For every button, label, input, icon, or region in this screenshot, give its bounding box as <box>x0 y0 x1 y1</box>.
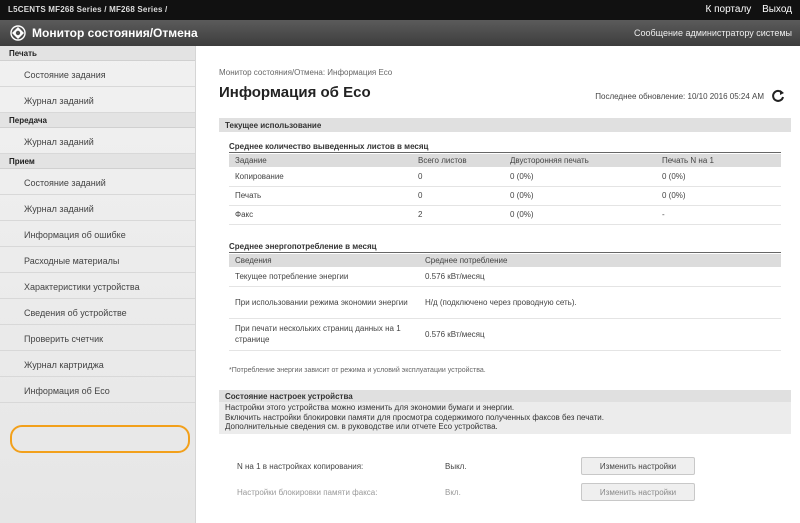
sidebar-item-print-job-status[interactable]: Состояние задания <box>0 61 195 87</box>
table-cell: 0.576 кВт/месяц <box>419 267 781 287</box>
sidebar-item-receive-job-log[interactable]: Журнал заданий <box>0 195 195 221</box>
settings-desc-line: Включить настройки блокировки памяти для… <box>225 412 604 422</box>
sidebar-item-eco-info[interactable]: Информация об Eco <box>0 377 195 403</box>
sidebar-item-print-job-log[interactable]: Журнал заданий <box>0 87 195 113</box>
main-content: Монитор состояния/Отмена: Информация Eco… <box>219 46 794 523</box>
breadcrumb: Монитор состояния/Отмена: Информация Eco <box>219 68 393 77</box>
copy-n-on-1-setting-row: N на 1 в настройках копирования: Выкл. И… <box>229 454 789 478</box>
title-bar: Монитор состояния/Отмена Сообщение админ… <box>0 20 800 46</box>
sheets-table: Задание Всего листов Двусторонняя печать… <box>229 154 781 225</box>
setting-label: Настройки блокировки памяти факса: <box>237 488 378 497</box>
sidebar-item-error-info[interactable]: Информация об ошибке <box>0 221 195 247</box>
setting-value: Выкл. <box>445 462 467 471</box>
settings-desc-line: Настройки этого устройства можно изменит… <box>225 403 515 412</box>
app-title: Монитор состояния/Отмена <box>32 26 198 40</box>
table-cell: 0 (0%) <box>656 167 781 187</box>
sidebar-item-send-job-log[interactable]: Журнал заданий <box>0 128 195 154</box>
table-cell: 0 <box>412 167 504 187</box>
sheets-section-title: Среднее количество выведенных листов в м… <box>229 142 781 153</box>
table-cell: Факс <box>229 205 412 225</box>
column-header: Двусторонняя печать <box>504 154 656 167</box>
sidebar-item-device-info[interactable]: Сведения об устройстве <box>0 299 195 325</box>
settings-header: Состояние настроек устройства <box>219 390 791 402</box>
column-header: Всего листов <box>412 154 504 167</box>
sidebar-item-cartridge-log[interactable]: Журнал картриджа <box>0 351 195 377</box>
fax-memory-lock-setting-row: Настройки блокировки памяти факса: Вкл. … <box>229 480 789 504</box>
table-cell: Печать <box>229 186 412 206</box>
setting-value: Вкл. <box>445 488 461 497</box>
admin-message-link[interactable]: Сообщение администратору системы <box>634 28 792 38</box>
table-cell: 0 (0%) <box>504 205 656 225</box>
table-cell: 0 (0%) <box>656 186 781 206</box>
page-title: Информация об Eco <box>219 84 371 101</box>
table-cell: При использовании режима экономии энерги… <box>229 286 419 319</box>
sidebar-item-consumables[interactable]: Расходные материалы <box>0 247 195 273</box>
portal-link[interactable]: К порталу <box>706 4 752 15</box>
top-links: К порталу Выход <box>698 4 793 15</box>
table-cell: 0 (0%) <box>504 186 656 206</box>
energy-table: Сведения Среднее потребление Текущее пот… <box>229 254 781 351</box>
table-cell: Н/д (подключено через проводную сеть). <box>419 286 781 319</box>
setting-label: N на 1 в настройках копирования: <box>237 462 364 471</box>
table-row: Копирование 0 0 (0%) 0 (0%) <box>229 167 781 187</box>
change-settings-button[interactable]: Изменить настройки <box>581 457 695 475</box>
top-bar: L5CENTS MF268 Series / MF268 Series / К … <box>0 0 800 20</box>
sidebar-section-print: Печать <box>0 46 195 61</box>
table-cell: 0.576 кВт/месяц <box>419 318 781 351</box>
logout-link[interactable]: Выход <box>762 4 792 15</box>
column-header: Печать N на 1 <box>656 154 781 167</box>
refresh-icon[interactable] <box>770 88 786 104</box>
device-settings-panel: Состояние настроек устройства Настройки … <box>219 390 791 434</box>
table-row: При печати нескольких страниц данных на … <box>229 318 781 351</box>
settings-desc-line: Дополнительные сведения см. в руководств… <box>225 422 498 431</box>
table-row: При использовании режима экономии энерги… <box>229 286 781 319</box>
energy-section-title: Среднее энергопотребление в месяц <box>229 242 781 253</box>
table-row: Факс 2 0 (0%) - <box>229 205 781 225</box>
table-row: Текущее потребление энергии 0.576 кВт/ме… <box>229 267 781 287</box>
current-usage-header: Текущее использование <box>219 118 791 132</box>
change-settings-button[interactable]: Изменить настройки <box>581 483 695 501</box>
sidebar-item-check-counter[interactable]: Проверить счетчик <box>0 325 195 351</box>
column-header: Задание <box>229 154 412 167</box>
column-header: Среднее потребление <box>419 254 781 267</box>
table-cell: 0 (0%) <box>504 167 656 187</box>
sidebar-section-send: Передача <box>0 113 195 128</box>
table-cell: 0 <box>412 186 504 206</box>
table-row: Печать 0 0 (0%) 0 (0%) <box>229 186 781 206</box>
table-cell: Копирование <box>229 167 412 187</box>
sidebar-item-device-features[interactable]: Характеристики устройства <box>0 273 195 299</box>
sidebar: Печать Состояние задания Журнал заданий … <box>0 46 196 523</box>
table-cell: - <box>656 205 781 225</box>
column-header: Сведения <box>229 254 419 267</box>
sidebar-section-receive: Прием <box>0 154 195 169</box>
monitor-logo-icon <box>10 25 26 41</box>
device-name: L5CENTS MF268 Series / MF268 Series / <box>8 5 168 14</box>
table-cell: 2 <box>412 205 504 225</box>
energy-note: *Потребление энергии зависит от режима и… <box>229 367 486 374</box>
table-cell: Текущее потребление энергии <box>229 267 419 287</box>
settings-description: Настройки этого устройства можно изменит… <box>219 402 791 434</box>
table-cell: При печати нескольких страниц данных на … <box>229 318 419 351</box>
sidebar-item-receive-job-status[interactable]: Состояние заданий <box>0 169 195 195</box>
last-update: Последнее обновление: 10/10 2016 05:24 A… <box>595 92 764 101</box>
